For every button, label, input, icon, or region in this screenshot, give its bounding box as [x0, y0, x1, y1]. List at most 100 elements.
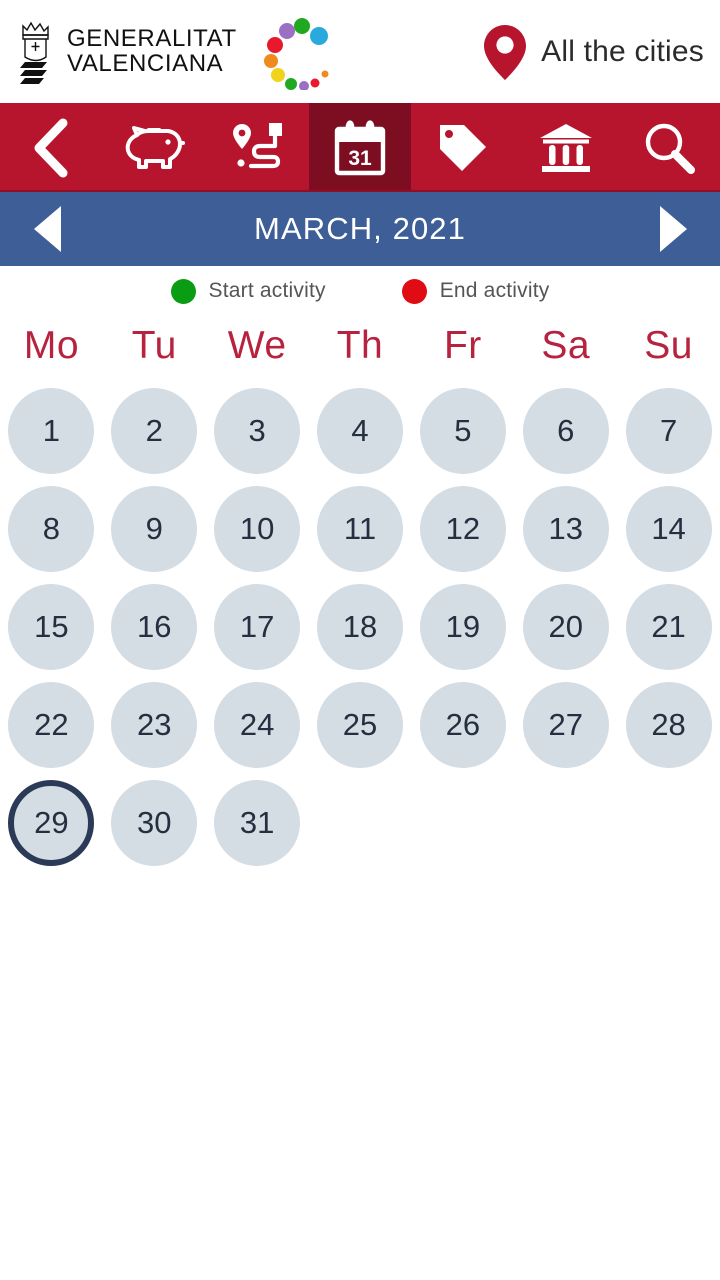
- day-number[interactable]: 28: [625, 682, 712, 768]
- month-navigation-bar: MARCH, 2021: [0, 192, 720, 266]
- day-number[interactable]: 8: [8, 486, 95, 572]
- day-number[interactable]: 14: [625, 486, 712, 572]
- day-number[interactable]: 31: [214, 780, 301, 866]
- day-number[interactable]: 30: [111, 780, 198, 866]
- tab-routes[interactable]: [206, 103, 309, 192]
- day-number[interactable]: 7: [625, 388, 712, 474]
- day-number[interactable]: 23: [111, 682, 198, 768]
- day-cell[interactable]: 11: [309, 486, 412, 572]
- day-cell[interactable]: 6: [514, 388, 617, 474]
- day-cell[interactable]: 13: [514, 486, 617, 572]
- day-cell[interactable]: 8: [0, 486, 103, 572]
- day-cell[interactable]: 22: [0, 682, 103, 768]
- day-cell-empty: [411, 780, 514, 866]
- weekday-th: Th: [336, 324, 384, 367]
- day-cell[interactable]: 12: [411, 486, 514, 572]
- day-number[interactable]: 4: [316, 388, 403, 474]
- tab-calendar[interactable]: 31: [308, 103, 412, 192]
- tab-search[interactable]: [617, 103, 720, 192]
- day-number[interactable]: 17: [214, 584, 301, 670]
- next-month-button[interactable]: [646, 202, 700, 256]
- day-number[interactable]: 27: [522, 682, 609, 768]
- day-cell[interactable]: 26: [411, 682, 514, 768]
- previous-month-button[interactable]: [20, 202, 74, 256]
- day-cell[interactable]: 20: [514, 584, 617, 670]
- search-icon: [642, 121, 696, 175]
- day-cell[interactable]: 21: [617, 584, 720, 670]
- tag-icon: [436, 121, 490, 175]
- chevron-left-icon: [29, 118, 73, 178]
- tab-free[interactable]: [103, 103, 206, 192]
- day-cell[interactable]: 15: [0, 584, 103, 670]
- day-number-today[interactable]: 29: [8, 780, 95, 866]
- day-cell[interactable]: 1: [0, 388, 103, 474]
- day-number[interactable]: 21: [625, 584, 712, 670]
- day-number[interactable]: 13: [522, 486, 609, 572]
- day-cell[interactable]: 5: [411, 388, 514, 474]
- day-number[interactable]: 2: [111, 388, 198, 474]
- city-selector[interactable]: All the cities: [481, 23, 704, 81]
- day-cell[interactable]: 19: [411, 584, 514, 670]
- day-number[interactable]: 3: [214, 388, 301, 474]
- brand-header: GENERALITAT VALENCIANA All the cities: [0, 0, 720, 103]
- start-activity-dot-icon: [170, 278, 196, 304]
- weekday-mo: Mo: [23, 324, 80, 367]
- day-cell[interactable]: 18: [309, 584, 412, 670]
- day-cell[interactable]: 7: [617, 388, 720, 474]
- day-number[interactable]: 16: [111, 584, 198, 670]
- day-cell[interactable]: 28: [617, 682, 720, 768]
- chevron-right-triangle-icon: [659, 206, 687, 252]
- day-number[interactable]: 5: [419, 388, 506, 474]
- generalitat-valenciana-logo: GENERALITAT VALENCIANA: [14, 18, 237, 86]
- day-number[interactable]: 22: [8, 682, 95, 768]
- day-number[interactable]: 19: [419, 584, 506, 670]
- calendar-31-icon: 31: [333, 119, 387, 176]
- weekday-header-row: Mo Tu We Th Fr Sa Su: [0, 316, 720, 374]
- org-line-2: VALENCIANA: [67, 49, 224, 77]
- day-cell[interactable]: 23: [103, 682, 206, 768]
- generalitat-valenciana-emblem: [14, 18, 58, 86]
- day-cell[interactable]: 25: [309, 682, 412, 768]
- weekday-su: Su: [644, 324, 693, 367]
- day-number[interactable]: 1: [8, 388, 95, 474]
- day-cell[interactable]: 27: [514, 682, 617, 768]
- tab-offers[interactable]: [411, 103, 514, 192]
- day-cell[interactable]: 3: [206, 388, 309, 474]
- day-cell[interactable]: 24: [206, 682, 309, 768]
- day-cell[interactable]: 4: [309, 388, 412, 474]
- day-number[interactable]: 6: [522, 388, 609, 474]
- generalitat-valenciana-wordmark: GENERALITAT VALENCIANA: [67, 26, 237, 77]
- day-cell[interactable]: 29: [0, 780, 103, 866]
- day-number[interactable]: 20: [522, 584, 609, 670]
- route-pin-icon: [229, 120, 285, 176]
- tab-museums[interactable]: [514, 103, 617, 192]
- legend-item-start: Start activity: [170, 278, 326, 304]
- day-cell[interactable]: 9: [103, 486, 206, 572]
- legend-label-start: Start activity: [208, 279, 326, 302]
- day-cell[interactable]: 14: [617, 486, 720, 572]
- end-activity-dot-icon: [401, 278, 427, 304]
- day-number[interactable]: 18: [316, 584, 403, 670]
- day-number[interactable]: 24: [214, 682, 301, 768]
- day-number[interactable]: 11: [316, 486, 403, 572]
- day-cell-empty: [514, 780, 617, 866]
- weekday-fr: Fr: [443, 324, 482, 367]
- day-cell-empty: [617, 780, 720, 866]
- day-number[interactable]: 25: [316, 682, 403, 768]
- back-button[interactable]: [0, 103, 103, 192]
- day-number[interactable]: 12: [419, 486, 506, 572]
- day-cell[interactable]: 31: [206, 780, 309, 866]
- day-number[interactable]: 10: [214, 486, 301, 572]
- day-cell[interactable]: 17: [206, 584, 309, 670]
- city-selector-label: All the cities: [541, 34, 704, 68]
- day-number[interactable]: 26: [419, 682, 506, 768]
- day-cell[interactable]: 10: [206, 486, 309, 572]
- legend-label-end: End activity: [439, 279, 550, 302]
- day-cell[interactable]: 30: [103, 780, 206, 866]
- day-number[interactable]: 9: [111, 486, 198, 572]
- weekday-sa: Sa: [541, 324, 591, 367]
- day-cell[interactable]: 2: [103, 388, 206, 474]
- day-number[interactable]: 15: [8, 584, 95, 670]
- day-cell[interactable]: 16: [103, 584, 206, 670]
- map-pin-icon: [481, 23, 529, 81]
